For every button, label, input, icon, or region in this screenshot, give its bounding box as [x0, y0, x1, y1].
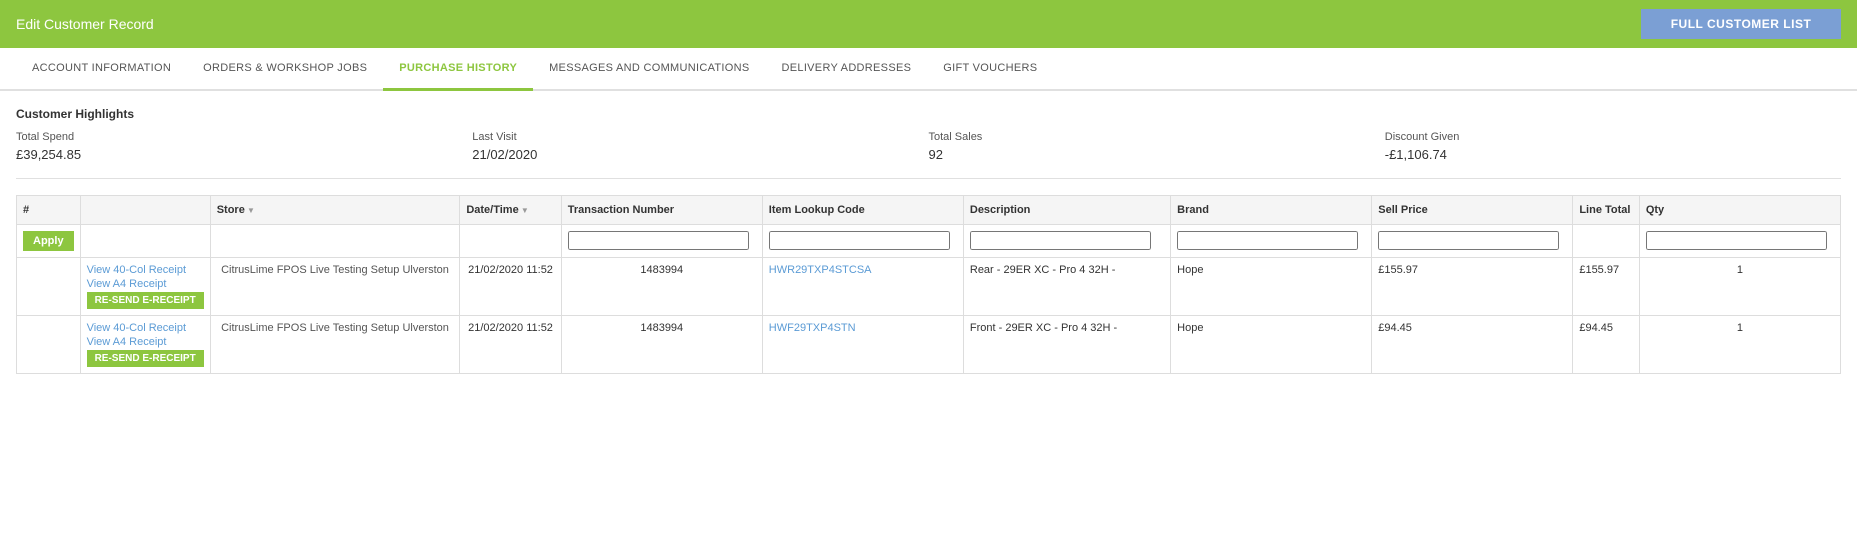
filter-description[interactable]: [970, 231, 1151, 250]
highlight-total-sales-label: Total Sales: [929, 131, 1385, 143]
view-a4-receipt-link-1[interactable]: View A4 Receipt: [87, 278, 204, 290]
apply-cell: Apply: [17, 225, 81, 258]
row2-datetime: 21/02/2020 11:52: [460, 316, 561, 374]
tab-gift-vouchers[interactable]: GIFT VOUCHERS: [927, 48, 1053, 91]
row1-datetime: 21/02/2020 11:52: [460, 258, 561, 316]
purchase-history-table: # Store Date/Time Transaction Number Ite…: [16, 195, 1841, 374]
filter-qty[interactable]: [1646, 231, 1827, 250]
page-title: Edit Customer Record: [16, 16, 154, 32]
header: Edit Customer Record FULL CUSTOMER LIST: [0, 0, 1857, 48]
col-lookup: Item Lookup Code: [762, 196, 963, 225]
row2-description: Front - 29ER XC - Pro 4 32H -: [963, 316, 1170, 374]
row1-actions: View 40-Col Receipt View A4 Receipt RE-S…: [80, 258, 210, 316]
row1-transaction: 1483994: [561, 258, 762, 316]
col-description: Description: [963, 196, 1170, 225]
row2-transaction: 1483994: [561, 316, 762, 374]
row1-qty: 1: [1639, 258, 1840, 316]
col-qty: Qty: [1639, 196, 1840, 225]
highlight-total-spend-label: Total Spend: [16, 131, 472, 143]
row1-brand: Hope: [1171, 258, 1372, 316]
customer-highlights: Customer Highlights Total Spend £39,254.…: [16, 107, 1841, 179]
view-40col-receipt-link-2[interactable]: View 40-Col Receipt: [87, 322, 204, 334]
highlight-discount-given-value: -£1,106.74: [1385, 147, 1841, 162]
highlight-total-spend-value: £39,254.85: [16, 147, 472, 162]
lookup-link-1[interactable]: HWR29TXP4STCSA: [769, 264, 872, 276]
full-customer-list-button[interactable]: FULL CUSTOMER LIST: [1641, 9, 1841, 39]
row2-actions: View 40-Col Receipt View A4 Receipt RE-S…: [80, 316, 210, 374]
tab-account-information[interactable]: ACCOUNT INFORMATION: [16, 48, 187, 91]
col-sell-price: Sell Price: [1372, 196, 1573, 225]
highlight-last-visit-label: Last Visit: [472, 131, 928, 143]
highlight-total-sales: Total Sales 92: [929, 131, 1385, 162]
row1-description: Rear - 29ER XC - Pro 4 32H -: [963, 258, 1170, 316]
row2-qty: 1: [1639, 316, 1840, 374]
highlight-total-spend: Total Spend £39,254.85: [16, 131, 472, 162]
col-datetime[interactable]: Date/Time: [460, 196, 561, 225]
table-row: View 40-Col Receipt View A4 Receipt RE-S…: [17, 316, 1841, 374]
tab-bar: ACCOUNT INFORMATION ORDERS & WORKSHOP JO…: [0, 48, 1857, 91]
row2-sell-price: £94.45: [1372, 316, 1573, 374]
filter-transaction[interactable]: [568, 231, 749, 250]
row2-brand: Hope: [1171, 316, 1372, 374]
row2-store: CitrusLime FPOS Live Testing Setup Ulver…: [210, 316, 460, 374]
tab-purchase-history[interactable]: PURCHASE HISTORY: [383, 48, 533, 91]
apply-button[interactable]: Apply: [23, 231, 74, 251]
filter-sell-price[interactable]: [1378, 231, 1559, 250]
col-line-total: Line Total: [1573, 196, 1639, 225]
highlights-grid: Total Spend £39,254.85 Last Visit 21/02/…: [16, 131, 1841, 179]
table-row: View 40-Col Receipt View A4 Receipt RE-S…: [17, 258, 1841, 316]
highlight-last-visit-value: 21/02/2020: [472, 147, 928, 162]
view-40col-receipt-link-1[interactable]: View 40-Col Receipt: [87, 264, 204, 276]
col-brand: Brand: [1171, 196, 1372, 225]
highlight-last-visit: Last Visit 21/02/2020: [472, 131, 928, 162]
tab-messages-communications[interactable]: MESSAGES AND COMMUNICATIONS: [533, 48, 765, 91]
col-transaction: Transaction Number: [561, 196, 762, 225]
filter-lookup[interactable]: [769, 231, 950, 250]
col-actions: [80, 196, 210, 225]
main-content: Customer Highlights Total Spend £39,254.…: [0, 91, 1857, 390]
row1-lookup: HWR29TXP4STCSA: [762, 258, 963, 316]
row2-lookup: HWF29TXP4STN: [762, 316, 963, 374]
row1-store: CitrusLime FPOS Live Testing Setup Ulver…: [210, 258, 460, 316]
col-store[interactable]: Store: [210, 196, 460, 225]
row2-hash: [17, 316, 81, 374]
row2-line-total: £94.45: [1573, 316, 1639, 374]
tab-orders-workshop-jobs[interactable]: ORDERS & WORKSHOP JOBS: [187, 48, 383, 91]
highlight-total-sales-value: 92: [929, 147, 1385, 162]
resend-ereceipt-button-1[interactable]: RE-SEND E-RECEIPT: [87, 292, 204, 309]
row1-hash: [17, 258, 81, 316]
row1-line-total: £155.97: [1573, 258, 1639, 316]
lookup-link-2[interactable]: HWF29TXP4STN: [769, 322, 856, 334]
row1-sell-price: £155.97: [1372, 258, 1573, 316]
tab-delivery-addresses[interactable]: DELIVERY ADDRESSES: [766, 48, 928, 91]
col-hash: #: [17, 196, 81, 225]
view-a4-receipt-link-2[interactable]: View A4 Receipt: [87, 336, 204, 348]
highlight-discount-given: Discount Given -£1,106.74: [1385, 131, 1841, 162]
resend-ereceipt-button-2[interactable]: RE-SEND E-RECEIPT: [87, 350, 204, 367]
filter-brand[interactable]: [1177, 231, 1358, 250]
apply-row: Apply: [17, 225, 1841, 258]
highlights-title: Customer Highlights: [16, 107, 1841, 121]
highlight-discount-given-label: Discount Given: [1385, 131, 1841, 143]
